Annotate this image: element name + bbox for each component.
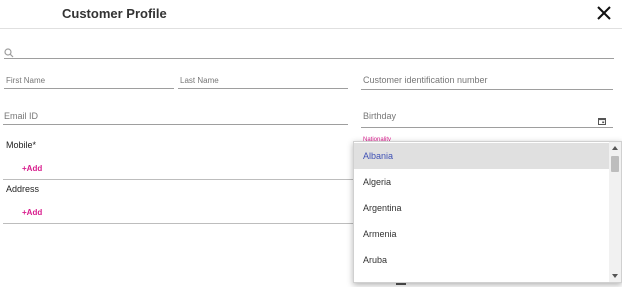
birthday-field[interactable]: Birthday: [363, 111, 396, 121]
add-mobile-button[interactable]: +Add: [22, 164, 42, 173]
dropdown-option-armenia[interactable]: Armenia: [354, 221, 610, 247]
dropdown-option-argentina[interactable]: Argentina: [354, 195, 610, 221]
email-field[interactable]: Email ID: [4, 111, 38, 121]
last-name-underline: [178, 88, 348, 89]
dropdown-option-algeria[interactable]: Algeria: [354, 169, 610, 195]
mobile-divider: [3, 179, 355, 180]
scroll-thumb[interactable]: [611, 156, 619, 172]
last-name-field[interactable]: Last Name: [180, 76, 219, 85]
hidden-element-fragment: [396, 283, 406, 285]
mobile-label: Mobile*: [6, 140, 37, 150]
scroll-up-icon[interactable]: [612, 146, 618, 150]
search-icon: [4, 45, 14, 58]
email-underline: [3, 124, 348, 125]
first-name-underline: [4, 88, 174, 89]
nationality-dropdown[interactable]: Albania Algeria Argentina Armenia Aruba: [353, 141, 622, 283]
first-name-field[interactable]: First Name: [6, 76, 45, 85]
customer-id-underline: [361, 89, 613, 90]
address-divider: [3, 223, 355, 224]
address-label: Address: [6, 184, 40, 194]
calendar-icon[interactable]: [598, 112, 606, 125]
add-address-button[interactable]: +Add: [22, 208, 42, 217]
birthday-underline: [361, 127, 613, 128]
close-icon[interactable]: [596, 4, 612, 22]
search-underline: [4, 58, 614, 59]
dropdown-scrollbar[interactable]: [609, 142, 621, 282]
search-input[interactable]: [18, 41, 612, 57]
dropdown-option-aruba[interactable]: Aruba: [354, 247, 610, 273]
customer-id-field[interactable]: Customer identification number: [363, 75, 488, 85]
dialog-title: Customer Profile: [62, 6, 167, 21]
header-divider: [0, 28, 622, 29]
dropdown-option-albania[interactable]: Albania: [354, 143, 610, 169]
scroll-down-icon[interactable]: [612, 274, 618, 278]
